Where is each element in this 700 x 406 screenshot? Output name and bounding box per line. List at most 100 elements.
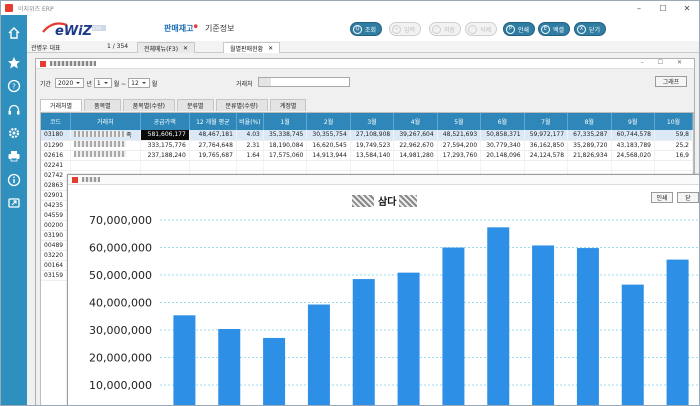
tab-count: 1 / 354 [107,43,129,50]
cell-value: 30,779,340 [480,140,525,151]
gear-icon[interactable] [7,126,21,140]
column-header[interactable]: 거래처 [70,113,141,130]
svg-text:ERP: ERP [93,26,102,32]
close-tab-icon[interactable]: ✕ [268,45,273,52]
chart-bar-8 [487,227,510,405]
print-icon: P [506,24,515,34]
column-header[interactable]: 비율(%) [236,113,264,130]
print-button[interactable]: P 인쇄 [503,22,536,36]
register-button[interactable]: + 입력 [389,22,422,36]
cell-value: 20,148,096 [480,150,525,161]
column-header[interactable]: 12 개월 평균 [189,113,237,130]
chart-bar-12 [666,259,689,405]
cell-value: 24,568,020 [611,150,655,161]
cell-value: 27,108,908 [350,130,395,141]
vendor-redacted [74,151,127,157]
info-icon[interactable] [7,173,21,187]
tab-monthly-sales[interactable]: 월별판매현황 ✕ [223,42,281,53]
column-header[interactable]: 공급가액 [140,113,190,130]
minimize-button[interactable]: – [627,1,651,15]
app-window: 이지위즈 ERP – ☐ ✕ ? eWiZ ERP 판매재고● 기준정보 Q 조… [0,0,700,406]
subtab-by-item[interactable]: 품목별 [84,99,121,111]
year-select[interactable]: 2020 [55,78,85,88]
search-button[interactable]: Q 조회 [350,22,383,36]
window-title: 이지위즈 ERP [18,5,54,13]
help-icon[interactable]: ? [7,79,21,93]
form-window-controls[interactable]: – ☐ ✕ [641,59,688,66]
column-header[interactable]: 8월 [567,113,612,130]
table-row[interactable]: 02616 237,188,240 19,765,687 1.64 17,575,060… [41,150,693,161]
month-unit: 월 [151,80,158,88]
vendor-redacted [74,141,127,147]
close-window-button[interactable]: ✕ [675,1,699,15]
cell-value: 19,765,687 [189,150,237,161]
view-subtabs: 거래처별 품목별 품목별(수량) 분류별 분류별(수량) 계정별 [40,99,308,111]
column-header[interactable]: 10월 [654,113,693,130]
star-icon[interactable] [7,56,21,70]
from-month-select[interactable]: 1 [93,78,112,88]
vendor-label: 거래처 [236,81,253,88]
cell-value: 48,521,693 [437,130,482,141]
chevron-down-icon [75,79,81,87]
subtab-by-category-qty[interactable]: 분류별(수량) [215,99,268,111]
table-row[interactable]: 03180 족 581,606,177 48,467,181 4.03 35,338,74… [41,130,693,141]
column-header[interactable]: 7월 [524,113,569,130]
window-controls: – ☐ ✕ [627,1,699,15]
subtab-by-category[interactable]: 분류별 [176,99,214,111]
chart-bar-5 [352,279,375,405]
chevron-down-icon [103,79,109,87]
subtab-by-vendor[interactable]: 거래처별 [40,99,83,111]
cell-value: 59,8 [654,130,693,141]
column-header[interactable]: 코드 [41,113,72,130]
column-header[interactable]: 6월 [480,113,525,130]
vendor-input[interactable] [258,77,350,87]
column-header[interactable]: 5월 [437,113,482,130]
excel-button[interactable]: E 엑셀 [538,22,571,36]
maximize-button[interactable]: ☐ [651,1,675,15]
y-tick-label: 20,000,000 [89,352,152,365]
cell-value: 13,584,140 [350,150,395,161]
cell-value: 2.31 [236,140,264,151]
modify-button[interactable]: ✓ 저장 [429,22,462,36]
printer-icon[interactable] [7,149,21,163]
close-button[interactable]: X 닫기 [574,22,607,36]
search-icon: Q [353,24,362,34]
left-sidebar: ? [1,15,27,405]
chart-bar-2 [218,329,241,405]
excel-icon: E [541,24,550,34]
subtab-by-account[interactable]: 계정별 [269,99,307,111]
app-header: eWiZ ERP 판매재고● 기준정보 Q 조회 + 입력 ✓ 저장 – 삭제 P 인쇄 … [27,15,699,41]
cell-vendor [70,150,141,161]
headset-icon[interactable] [7,103,21,117]
cell-value: 4.03 [236,130,264,141]
cell-value: 581,606,177 [140,130,190,141]
table-row[interactable]: 01290 333,175,776 27,764,648 2.31 18,190,084… [41,140,693,151]
cell-value: 50,858,371 [480,130,525,141]
menu-sales-inventory[interactable]: 판매재고● [164,23,198,34]
column-header[interactable]: 3월 [350,113,395,130]
cell-value: 14,913,944 [306,150,351,161]
cell-vendor: 족 [70,130,141,141]
y-tick-label: 50,000,000 [89,269,152,282]
cell-value: 333,175,776 [140,140,190,151]
export-icon[interactable] [7,196,21,210]
close-tab-icon[interactable]: ✕ [183,45,188,52]
delete-button[interactable]: – 삭제 [465,22,498,36]
graph-button[interactable]: 그래프 [655,76,687,87]
chart-bar-9 [532,245,555,405]
column-header[interactable]: 1월 [263,113,308,130]
column-header[interactable]: 4월 [393,113,438,130]
chart-bar-11 [621,284,644,405]
to-month-select[interactable]: 12 [128,78,150,88]
home-icon[interactable] [7,26,21,40]
cell-value: 14,981,280 [393,150,438,161]
column-header[interactable]: 2월 [306,113,351,130]
menu-master-data[interactable]: 기준정보 [205,23,234,34]
chart-bar-7 [442,247,465,405]
column-header[interactable]: 9월 [611,113,655,130]
subtab-by-item-qty[interactable]: 품목별(수량) [122,99,175,111]
tab-all-menu[interactable]: 전체메뉴(F3) ✕ [137,42,196,53]
table-row[interactable]: 02241 [41,160,693,171]
ewiz-logo: eWiZ ERP [42,22,106,39]
cell-code: 01290 [41,140,72,151]
